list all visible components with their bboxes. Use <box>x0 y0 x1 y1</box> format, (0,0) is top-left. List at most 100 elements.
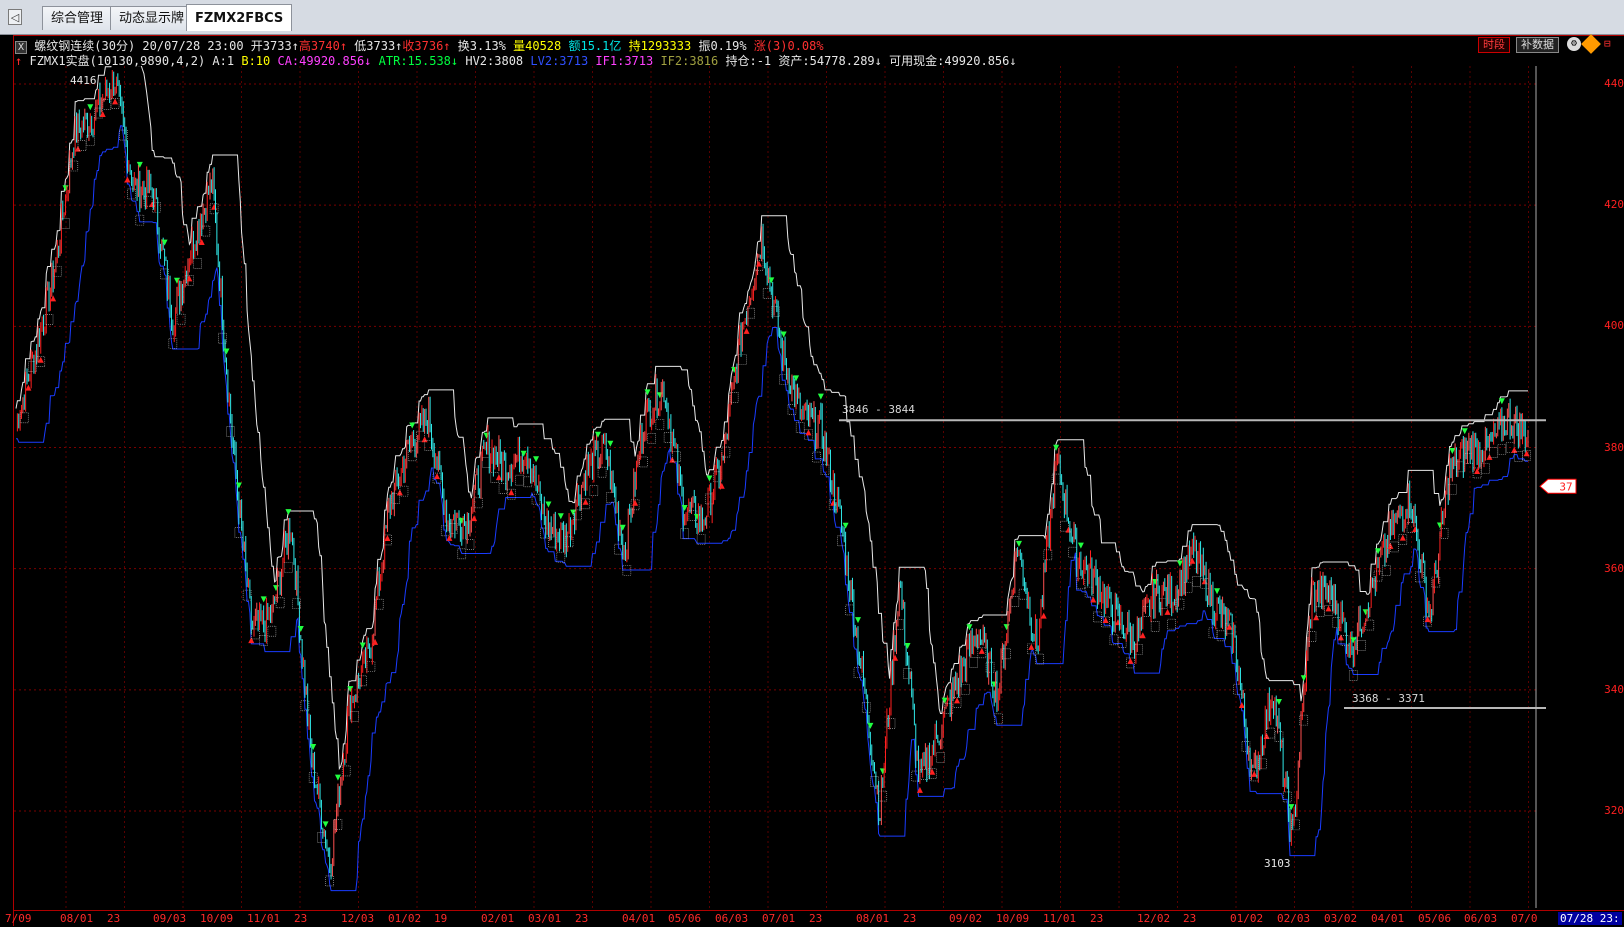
buy-signal-marker <box>743 327 750 334</box>
time-tick-label: 19 <box>434 912 448 925</box>
buy-signal-marker <box>112 98 119 105</box>
buy-signal-marker <box>632 499 639 506</box>
buy-signal-marker <box>1189 557 1196 564</box>
tab-scroll-left-icon[interactable]: ◁ <box>8 9 22 25</box>
buy-signal-marker <box>1115 619 1122 626</box>
buy-signal-marker <box>755 260 762 267</box>
time-tick-label: 07/01 <box>762 912 796 925</box>
sell-signal-marker <box>1015 540 1022 547</box>
trade-annotation <box>1365 619 1375 631</box>
sell-signal-marker <box>1275 699 1282 706</box>
sell-signal-marker <box>1152 578 1159 585</box>
sell-signal-marker <box>1436 522 1443 529</box>
trade-annotation <box>1167 618 1176 630</box>
trade-annotation <box>655 418 665 430</box>
tab-dynamic-board[interactable]: 动态显示牌 <box>110 6 194 30</box>
sell-signal-marker <box>607 440 614 447</box>
sell-signal-marker <box>136 161 143 168</box>
buy-signal-marker <box>1238 702 1245 709</box>
time-tick-label: 11/01 <box>247 912 281 925</box>
trade-annotation <box>680 528 689 539</box>
sell-signal-marker <box>793 375 800 382</box>
buy-signal-marker <box>37 356 44 363</box>
time-tick-label: 10/09 <box>200 912 234 925</box>
trade-annotation <box>1150 621 1160 632</box>
high-price: 高3740↑ <box>298 39 348 53</box>
sell-signal-marker <box>656 392 663 399</box>
sell-signal-marker <box>1362 609 1369 616</box>
sell-signal-marker <box>1176 560 1183 567</box>
buy-signal-marker <box>384 534 391 541</box>
time-tick-label: 06/03 <box>715 912 749 925</box>
buy-signal-marker <box>508 489 515 496</box>
time-tick-label: 08/01 <box>60 912 94 925</box>
buy-signal-marker <box>1325 605 1332 612</box>
sell-signal-marker <box>223 348 230 355</box>
candlestick-chart[interactable]: 4416 3103 3846 - 3844 3368 - 3371 37 <box>14 66 1604 908</box>
trade-annotation <box>366 661 376 673</box>
sell-signal-marker <box>273 585 280 592</box>
buy-signal-marker <box>396 489 403 496</box>
trade-annotation <box>878 790 888 802</box>
sell-signal-marker <box>310 743 317 750</box>
tab-bar: ◁ 综合管理 动态显示牌 FZMX2FBCS <box>0 0 1624 35</box>
trade-annotation <box>647 432 656 444</box>
trade-annotation <box>969 657 978 668</box>
trade-annotation <box>606 492 615 503</box>
time-tick-label: 23 <box>903 912 917 925</box>
high-price-label: 4416 <box>70 74 97 87</box>
trade-annotation <box>176 313 186 325</box>
trade-annotation <box>1497 444 1507 455</box>
sell-signal-marker <box>1350 637 1357 644</box>
time-tick-label: 03/02 <box>1324 912 1358 925</box>
buy-signal-marker <box>1399 534 1406 541</box>
sell-signal-marker <box>458 517 465 524</box>
trade-annotation <box>1043 549 1053 561</box>
time-tick-label: 12/02 <box>1137 912 1171 925</box>
trade-annotation <box>1357 639 1366 651</box>
sell-signal-marker <box>173 277 180 284</box>
time-tick-label: 23 <box>575 912 589 925</box>
buy-signal-marker <box>1065 526 1072 533</box>
sell-signal-marker <box>235 482 242 489</box>
gear-icon[interactable]: ⚙ <box>1567 37 1581 51</box>
buy-signal-marker <box>1474 467 1481 474</box>
upper-band-line <box>15 66 1528 771</box>
sell-signal-marker <box>62 185 69 192</box>
tab-comprehensive-management[interactable]: 综合管理 <box>42 6 113 30</box>
buy-signal-marker <box>421 436 428 443</box>
buy-signal-marker <box>99 111 106 118</box>
trade-annotation <box>721 446 731 458</box>
trade-annotation <box>589 485 599 496</box>
sell-signal-marker <box>1300 675 1307 682</box>
window-restore-icon[interactable]: ⊟ <box>1604 37 1620 51</box>
trade-annotation <box>267 625 277 637</box>
price-tick-label: 320 <box>1604 804 1624 817</box>
bar-datetime: 20/07/28 23:00 <box>142 39 244 53</box>
sell-signal-marker <box>619 524 626 531</box>
time-tick-label: 09/02 <box>949 912 983 925</box>
fill-data-button[interactable]: 补数据 <box>1516 37 1559 53</box>
tab-fzmx2fbcs[interactable]: FZMX2FBCS <box>186 4 293 31</box>
sell-signal-marker <box>1449 448 1456 455</box>
buy-signal-marker <box>1028 643 1035 650</box>
sell-signal-marker <box>991 681 998 688</box>
time-tick-label: 02/03 <box>1277 912 1311 925</box>
trade-annotation <box>1481 463 1490 474</box>
buy-signal-marker <box>1139 632 1146 639</box>
sell-signal-marker <box>359 642 366 649</box>
buy-signal-marker <box>1511 446 1518 453</box>
time-tick-label: 06/03 <box>1464 912 1498 925</box>
sell-signal-marker <box>904 643 911 650</box>
price-tick-label: 420 <box>1604 198 1624 212</box>
buy-signal-marker <box>50 295 57 302</box>
time-tick-label: 11/01 <box>1043 912 1077 925</box>
buy-signal-marker <box>446 534 453 541</box>
buy-signal-marker <box>805 429 812 436</box>
zone-lower-label: 3368 - 3371 <box>1352 692 1425 705</box>
sell-signal-marker <box>1288 804 1295 811</box>
time-period-button[interactable]: 时段 <box>1478 37 1510 53</box>
trade-annotation <box>738 354 747 365</box>
sell-signal-marker <box>1077 542 1084 549</box>
buy-signal-marker <box>1040 612 1047 619</box>
